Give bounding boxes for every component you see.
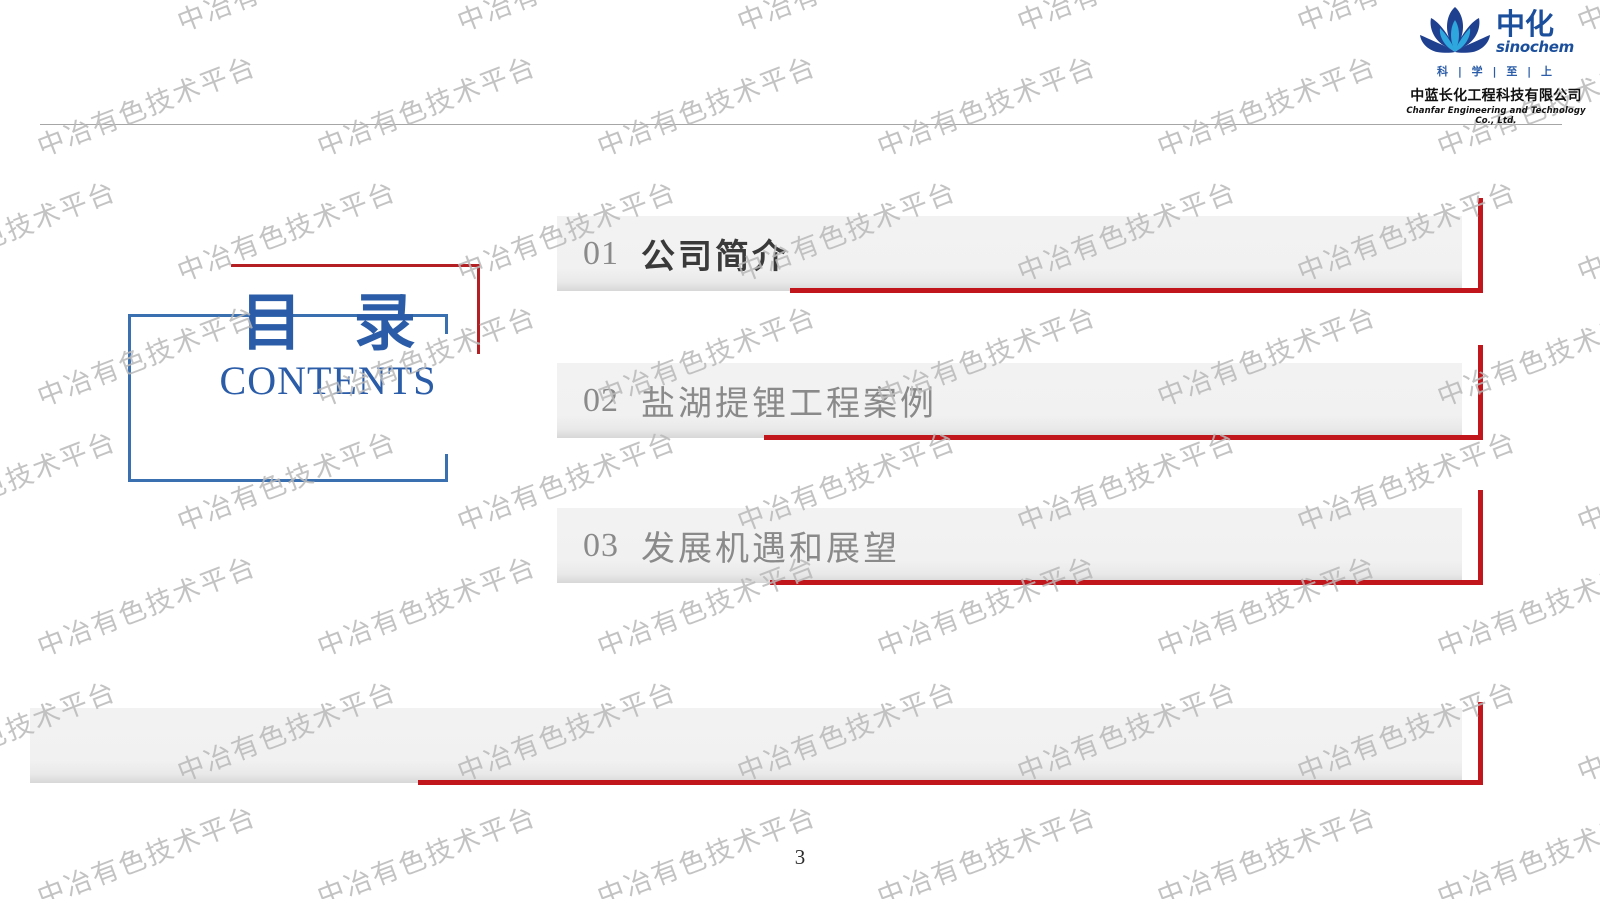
watermark-text: 中冶有色技术平台: [593, 51, 821, 164]
logo-wordmark: 中化 sinochem: [1495, 6, 1575, 56]
watermark-text: 中冶有色技术平台: [171, 0, 402, 39]
watermark-text: 中冶有色技术平台: [731, 0, 962, 39]
logo-row: 中化 sinochem: [1398, 4, 1594, 60]
contents-badge: 目 录 CONTENTS: [128, 264, 480, 484]
toc-item-02-label: 02 盐湖提锂工程案例: [557, 363, 1462, 438]
watermark-text: 中冶有色技术平台: [313, 551, 541, 664]
toc-item-01-title: 公司简介: [641, 239, 789, 276]
watermark-text: 中冶有色技术平台: [451, 0, 682, 39]
company-name-cn: 中蓝长化工程科技有限公司: [1410, 88, 1582, 104]
toc-item-01-number: 01: [583, 234, 619, 272]
company-name-en: Chanfar Engineering and Technology Co., …: [1406, 106, 1586, 126]
watermark-text: 中冶有色技术平台: [1011, 0, 1242, 39]
toc-item-02-title: 盐湖提锂工程案例: [641, 386, 937, 423]
toc-item-02-number: 02: [583, 381, 619, 419]
watermark-text: 中冶有色技术平台: [33, 51, 261, 164]
toc-item-03[interactable]: 03 发展机遇和展望: [557, 490, 1483, 585]
toc-item-01[interactable]: 01 公司简介: [557, 198, 1483, 293]
watermark-text: 中冶有色技术平台: [313, 51, 541, 164]
logo-en-text: sinochem: [1495, 37, 1575, 56]
toc-item-02[interactable]: 02 盐湖提锂工程案例: [557, 345, 1483, 440]
toc-item-04[interactable]: [30, 690, 1483, 785]
toc-item-03-number: 03: [583, 526, 619, 564]
lotus-logo-icon: [1419, 7, 1490, 53]
watermark-text: 中冶有色技术平台: [1573, 176, 1600, 289]
page-number: 3: [794, 845, 806, 869]
toc-item-04-red-vertical: [1478, 702, 1483, 785]
toc-item-04-label: [30, 708, 1462, 783]
watermark-text: 中冶有色技术平台: [33, 551, 261, 664]
logo-cn-text: 中化: [1495, 6, 1554, 41]
watermark-text: 中冶有色技术平台: [0, 426, 121, 539]
badge-title-cn: 目 录: [240, 290, 434, 358]
brand-block: 中化 sinochem 科 | 学 | 至 | 上 中蓝长化工程科技有限公司 C…: [1398, 4, 1594, 126]
toc-item-03-title: 发展机遇和展望: [641, 531, 900, 568]
toc-item-01-red-vertical: [1478, 198, 1483, 293]
watermark-text: 中冶有色技术平台: [873, 51, 1101, 164]
toc-item-03-label: 03 发展机遇和展望: [557, 508, 1462, 583]
watermark-text: 中冶有色技术平台: [1153, 51, 1381, 164]
toc-item-01-label: 01 公司简介: [557, 216, 1462, 291]
header-divider: [40, 124, 1562, 125]
badge-title-en: CONTENTS: [219, 358, 437, 404]
watermark-text: 中冶有色技术平台: [1573, 676, 1600, 789]
watermark-text: 中冶有色技术平台: [0, 0, 121, 39]
watermark-text: 中冶有色技术平台: [0, 176, 121, 289]
toc-item-03-red-vertical: [1478, 490, 1483, 585]
toc-item-02-red-vertical: [1478, 345, 1483, 440]
watermark-text: 中冶有色技术平台: [1573, 426, 1600, 539]
badge-text: 目 录 CONTENTS: [168, 290, 488, 404]
brand-tagline: 科 | 学 | 至 | 上: [1436, 65, 1556, 78]
